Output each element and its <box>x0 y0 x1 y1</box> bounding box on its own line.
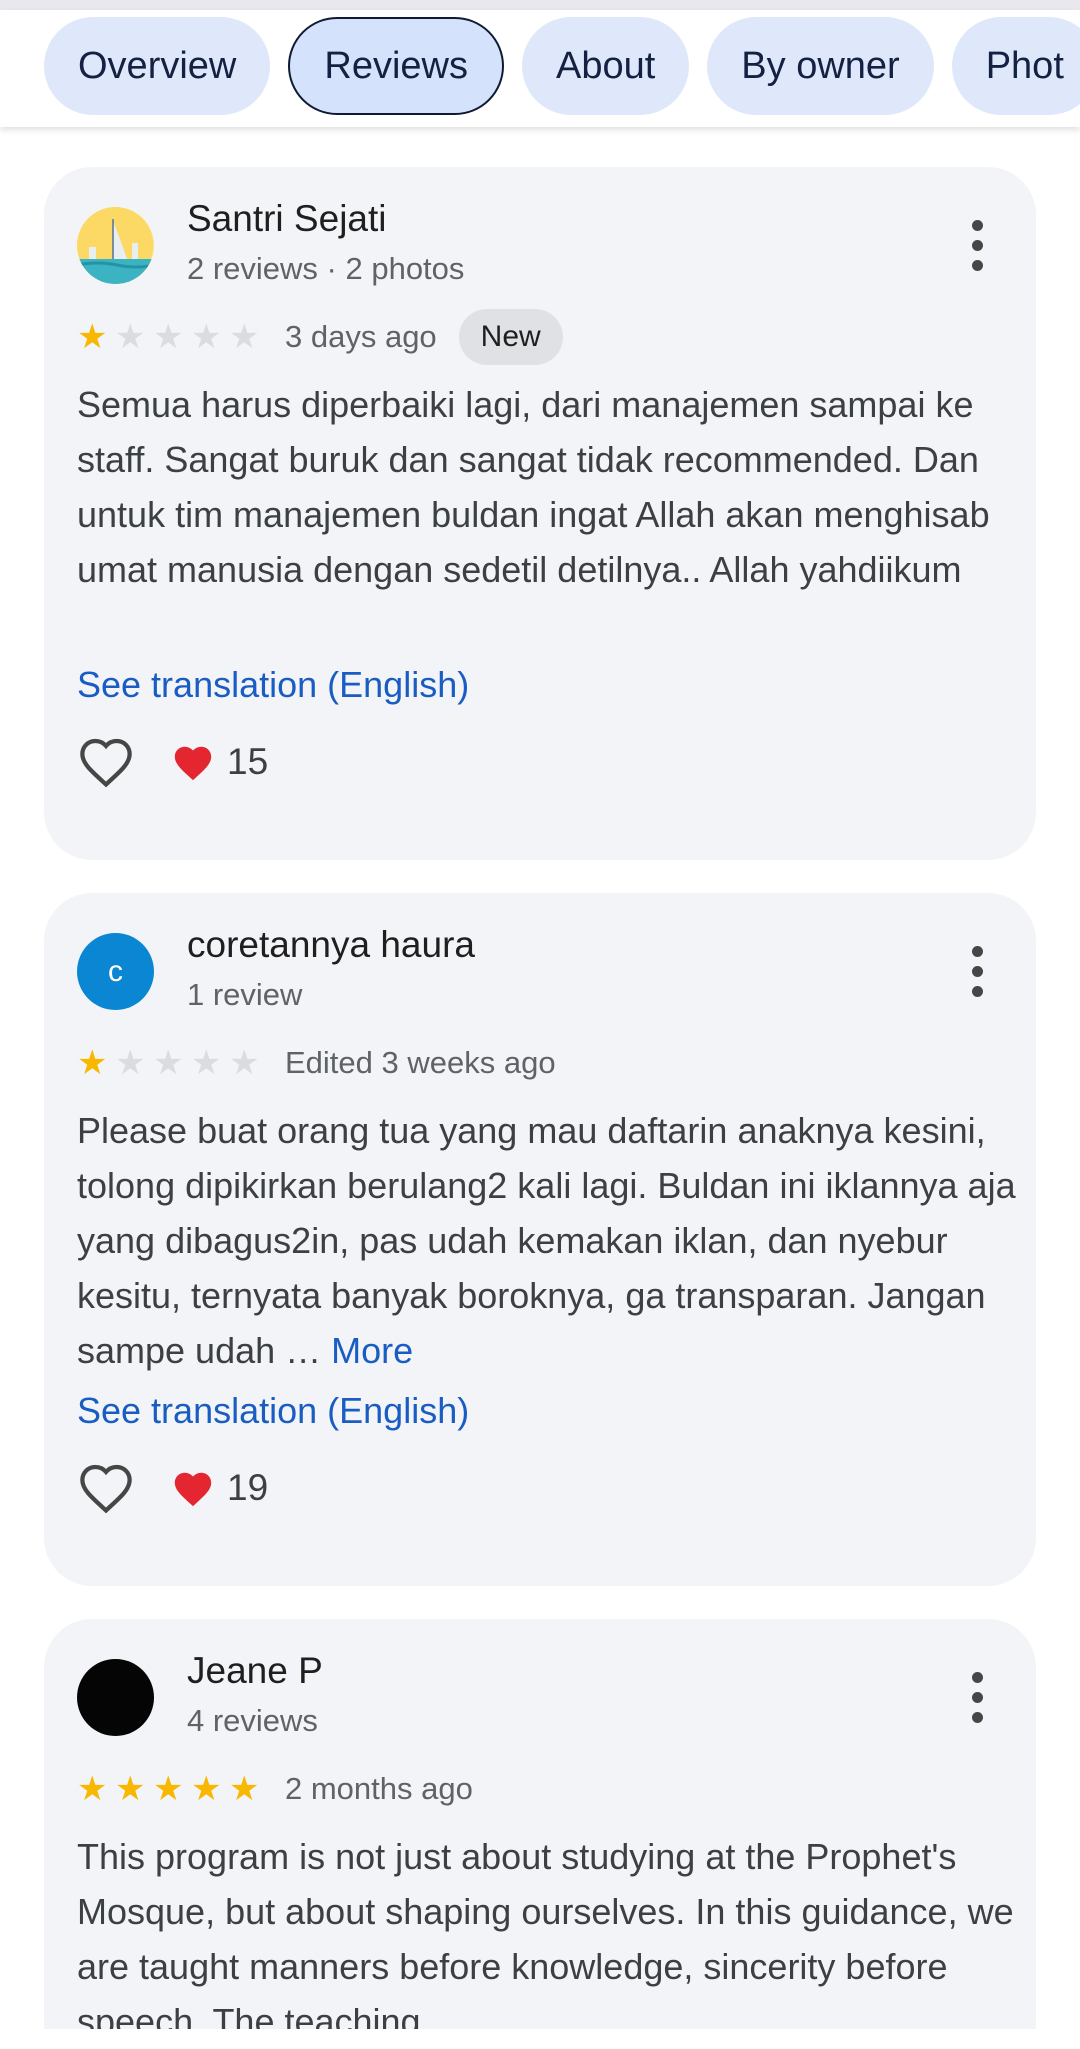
star-empty-icon: ★ <box>115 1044 146 1082</box>
star-filled-icon: ★ <box>153 1770 184 1808</box>
tab-bar: Overview Reviews About By owner Phot <box>0 10 1080 127</box>
red-heart-icon <box>174 1472 212 1507</box>
star-empty-icon: ★ <box>115 318 146 356</box>
like-heart-icon[interactable] <box>77 736 135 788</box>
star-rating: ★ ★ ★ ★ ★ <box>77 1772 263 1806</box>
more-options-icon[interactable] <box>968 220 986 274</box>
reviews-list: Santri Sejati 2 reviews · 2 photos ★ ★ ★ ★ ★… <box>0 127 1080 2029</box>
star-empty-icon: ★ <box>153 1044 184 1082</box>
avatar-letter: c <box>108 954 123 988</box>
reactions-row: 15 <box>77 732 268 792</box>
tab-reviews[interactable]: Reviews <box>288 17 504 115</box>
reviewer-name[interactable]: Santri Sejati <box>187 198 387 240</box>
rating-row: ★ ★ ★ ★ ★ 3 days ago New <box>77 309 563 365</box>
avatar[interactable] <box>77 1659 154 1736</box>
review-card: Santri Sejati 2 reviews · 2 photos ★ ★ ★ ★ ★… <box>44 167 1036 860</box>
more-options-icon[interactable] <box>968 946 986 1000</box>
star-filled-icon: ★ <box>229 1770 260 1808</box>
star-rating: ★ ★ ★ ★ ★ <box>77 320 263 354</box>
red-heart-icon <box>174 746 212 781</box>
burj-al-arab-avatar-icon <box>77 207 154 284</box>
tab-about[interactable]: About <box>521 17 690 115</box>
see-translation-link[interactable]: See translation (English) <box>77 1390 469 1432</box>
review-text: Please buat orang tua yang mau daftarin … <box>77 1103 1017 1378</box>
reaction-summary[interactable]: 15 <box>171 741 268 783</box>
review-card: Jeane P 4 reviews ★ ★ ★ ★ ★ 2 months ago Thi… <box>44 1619 1036 2029</box>
star-empty-icon: ★ <box>191 1044 222 1082</box>
reviewer-meta: 2 reviews · 2 photos <box>187 251 465 286</box>
top-divider <box>0 0 1080 10</box>
review-date: 3 days ago <box>285 319 437 354</box>
reviewer-name[interactable]: coretannya haura <box>187 924 475 966</box>
reaction-count: 15 <box>227 741 269 782</box>
star-empty-icon: ★ <box>229 1044 260 1082</box>
review-date: 2 months ago <box>285 1771 473 1806</box>
star-filled-icon: ★ <box>77 1044 108 1082</box>
star-rating: ★ ★ ★ ★ ★ <box>77 1046 263 1080</box>
review-text: This program is not just about studying … <box>77 1836 1014 2029</box>
new-badge: New <box>458 309 563 365</box>
rating-row: ★ ★ ★ ★ ★ Edited 3 weeks ago <box>77 1041 556 1085</box>
like-heart-icon[interactable] <box>77 1462 135 1514</box>
more-link[interactable]: More <box>331 1330 413 1371</box>
reaction-summary[interactable]: 19 <box>171 1467 268 1509</box>
reviewer-name[interactable]: Jeane P <box>187 1650 323 1692</box>
avatar[interactable] <box>77 207 154 284</box>
reactions-row: 19 <box>77 1458 268 1518</box>
star-empty-icon: ★ <box>153 318 184 356</box>
star-filled-icon: ★ <box>191 1770 222 1808</box>
reaction-count: 19 <box>227 1467 269 1508</box>
more-options-icon[interactable] <box>968 1672 986 1726</box>
review-text: Semua harus diperbaiki lagi, dari manaje… <box>77 384 990 590</box>
tab-by-owner[interactable]: By owner <box>707 17 934 115</box>
review-text-body: Please buat orang tua yang mau daftarin … <box>77 1110 1016 1371</box>
tab-overview[interactable]: Overview <box>44 17 271 115</box>
star-filled-icon: ★ <box>77 318 108 356</box>
see-translation-link[interactable]: See translation (English) <box>77 664 469 706</box>
star-empty-icon: ★ <box>191 318 222 356</box>
tab-photos[interactable]: Phot <box>951 17 1080 115</box>
review-date: Edited 3 weeks ago <box>285 1045 556 1080</box>
reviewer-meta: 4 reviews <box>187 1703 318 1738</box>
rating-row: ★ ★ ★ ★ ★ 2 months ago <box>77 1767 473 1811</box>
star-filled-icon: ★ <box>77 1770 108 1808</box>
star-empty-icon: ★ <box>229 318 260 356</box>
star-filled-icon: ★ <box>115 1770 146 1808</box>
avatar[interactable]: c <box>77 933 154 1010</box>
review-card: c coretannya haura 1 review ★ ★ ★ ★ ★ Edited… <box>44 893 1036 1586</box>
reviewer-meta: 1 review <box>187 977 303 1012</box>
